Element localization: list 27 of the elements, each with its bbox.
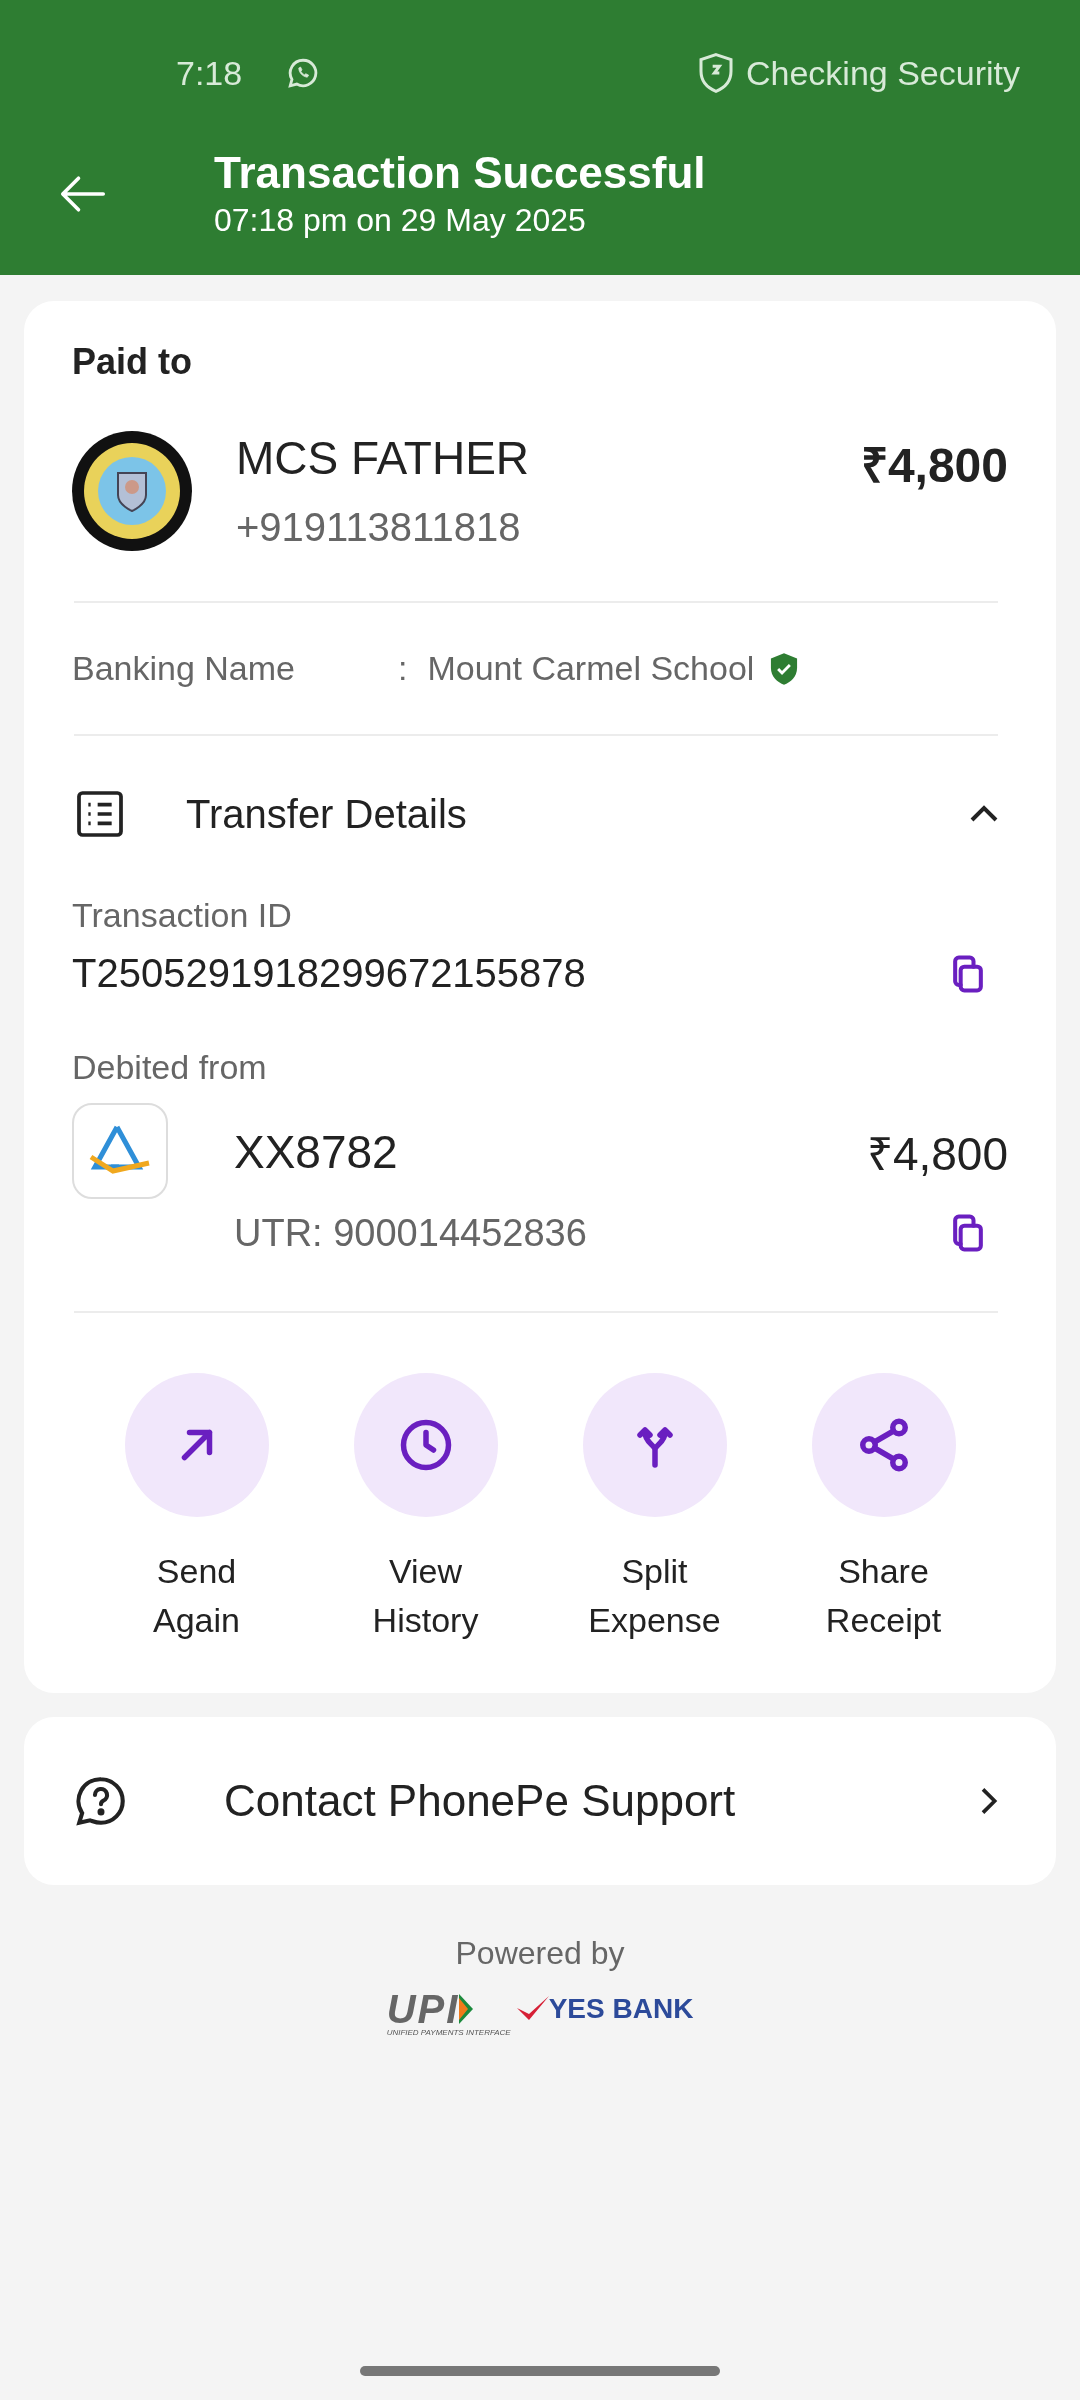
paid-amount: ₹4,800 (860, 438, 1008, 494)
action-button[interactable]: Share Receipt (773, 1373, 994, 1645)
support-row[interactable]: Contact PhonePe Support (24, 1717, 1056, 1885)
bank-name-logo: YES BANK (516, 1993, 694, 2025)
debited-from-label: Debited from (72, 1048, 268, 1087)
transaction-id: T2505291918299672155878 (72, 951, 587, 996)
transaction-id-label: Transaction ID (72, 896, 293, 935)
upi-logo: UPI UNIFIED PAYMENTS INTERFACE (386, 1990, 511, 2037)
powered-by-text: Powered by (455, 1935, 625, 1972)
status-time: 7:18 (176, 53, 243, 93)
security-status: Checking Security (746, 53, 1020, 93)
separator: : (398, 649, 408, 688)
action-button[interactable]: Send Again (86, 1373, 307, 1645)
action-button[interactable]: Split Expense (544, 1373, 765, 1645)
account-number: XX8782 (234, 1125, 399, 1179)
banking-name: Mount Carmel School (427, 649, 755, 688)
transaction-time: 07:18 pm on 29 May 2025 (214, 202, 587, 239)
paid-to-heading: Paid to (72, 341, 192, 382)
payee-phone: +919113811818 (236, 505, 522, 550)
support-label: Contact PhonePe Support (224, 1776, 737, 1826)
action-button[interactable]: View History (315, 1373, 536, 1645)
utr-number: UTR: 900014452836 (234, 1211, 588, 1255)
payee-name: MCS FATHER (236, 431, 531, 485)
page-title: Transaction Successful (214, 148, 706, 198)
banking-name-label: Banking Name (72, 649, 296, 688)
debited-amount: ₹4,800 (866, 1127, 1008, 1182)
transfer-details-title: Transfer Details (186, 791, 468, 837)
